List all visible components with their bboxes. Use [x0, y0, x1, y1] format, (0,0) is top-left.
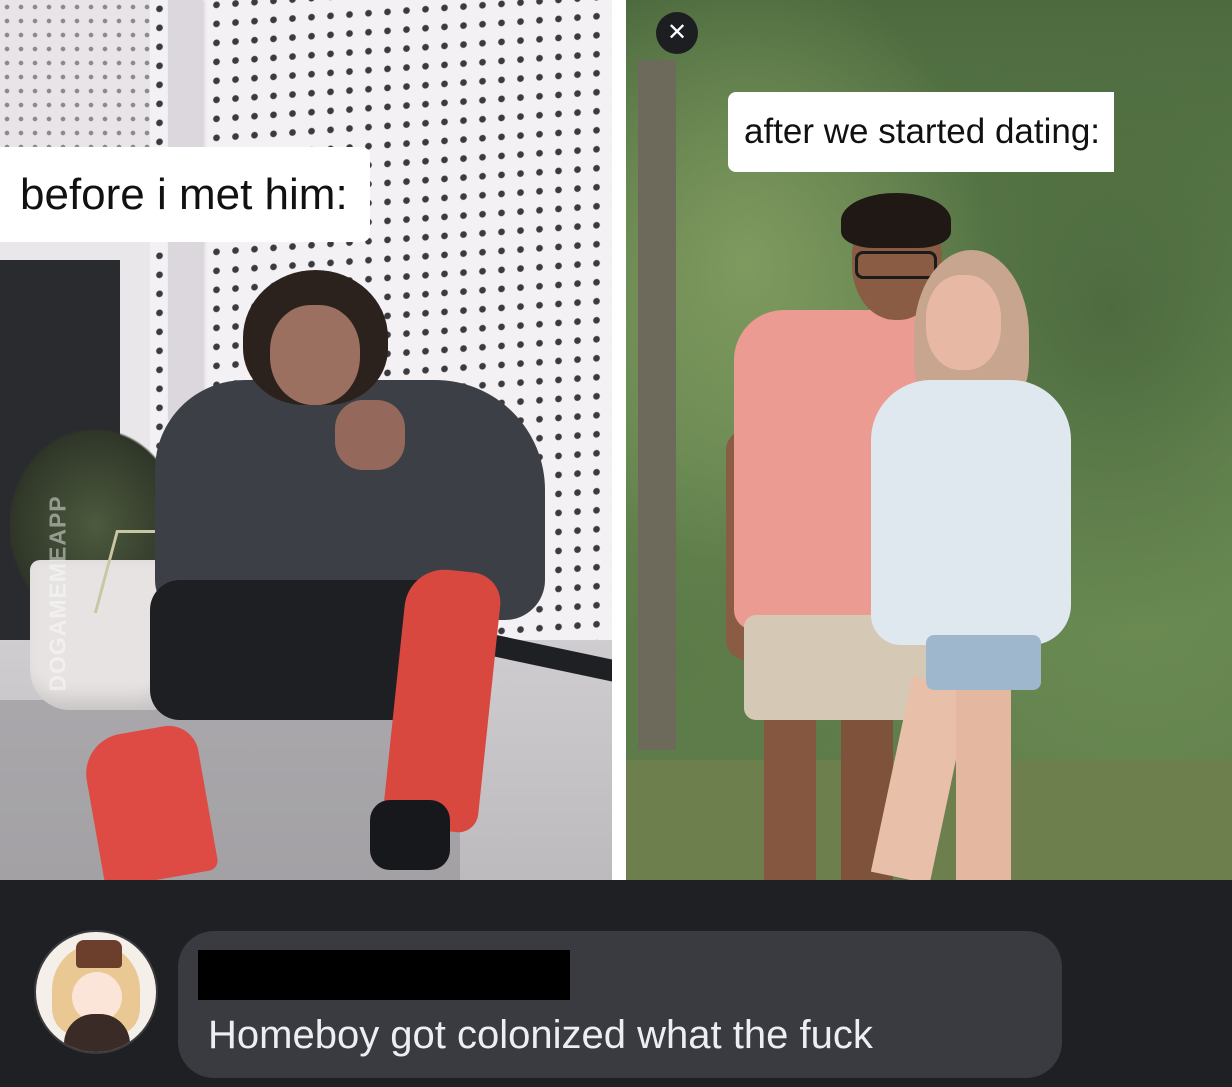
avatar-hat — [76, 940, 122, 968]
after-caption: after we started dating: — [728, 92, 1115, 172]
username-redaction — [198, 950, 570, 1000]
shoe — [370, 800, 450, 870]
woman-top — [871, 380, 1071, 645]
man-glasses — [855, 251, 937, 279]
woman-face — [926, 275, 1001, 370]
user-avatar[interactable] — [34, 930, 158, 1054]
before-caption: before i met him: — [0, 147, 370, 242]
person-hand — [335, 400, 405, 470]
man-leg-left — [764, 705, 816, 880]
woman-shorts — [926, 635, 1041, 690]
before-photo: DOGAMEMEAPP — [0, 0, 612, 880]
comment-text: Homeboy got colonized what the fuck — [208, 1013, 873, 1057]
man-hair — [841, 193, 951, 248]
watermark: DOGAMEMEAPP — [44, 495, 71, 692]
panel-divider — [612, 0, 626, 880]
close-icon[interactable]: ✕ — [656, 12, 698, 54]
meme-screenshot: DOGAMEMEAPP before i met him: after we s… — [0, 0, 1232, 1087]
woman-leg-right — [956, 680, 1011, 880]
tree-trunk — [638, 60, 676, 750]
person-face — [270, 305, 360, 405]
